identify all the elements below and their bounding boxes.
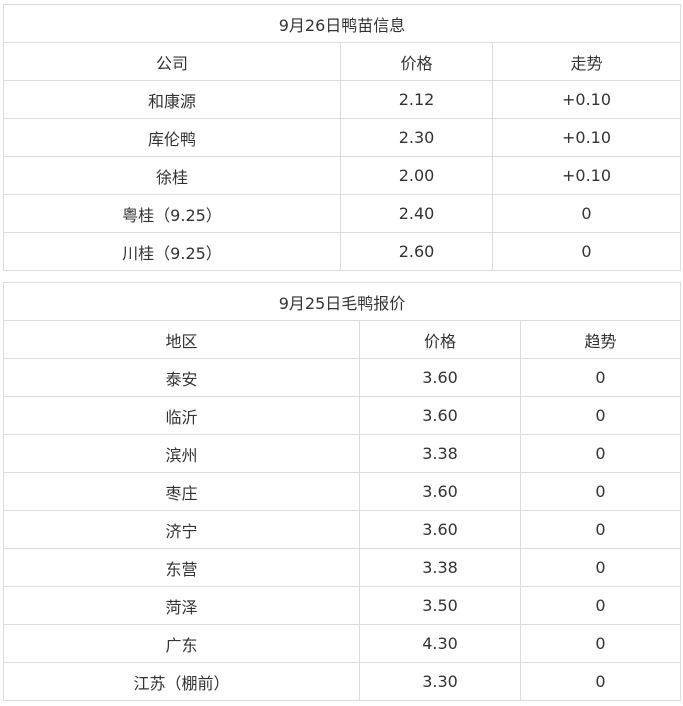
duck-table-body: 9月25日毛鸭报价 地区 价格 趋势 泰安 3.60 0 临沂 3.60 0 滨州 3.38 0 枣庄 3.… (3, 282, 681, 701)
table-cell: 徐桂 (3, 156, 341, 195)
table-cell: 3.30 (359, 662, 521, 701)
table-row: 川桂（9.25） 2.60 0 (3, 232, 681, 271)
table-cell: 0 (492, 194, 681, 233)
table-cell: 3.38 (359, 548, 521, 587)
table-cell: 0 (520, 624, 681, 663)
table-row: 粤桂（9.25） 2.40 0 (3, 194, 681, 233)
table-cell: 2.30 (340, 118, 493, 157)
table-cell: 和康源 (3, 80, 341, 119)
table-title-row: 9月26日鸭苗信息 (3, 4, 681, 43)
table-cell: 临沂 (3, 396, 360, 435)
table-row: 库伦鸭 2.30 +0.10 (3, 118, 681, 157)
table-row: 临沂 3.60 0 (3, 396, 681, 435)
table-cell: 川桂（9.25） (3, 232, 341, 271)
table-cell: +0.10 (492, 118, 681, 157)
column-header: 价格 (340, 42, 493, 81)
table-cell: 0 (520, 586, 681, 625)
table-cell: 4.30 (359, 624, 521, 663)
table-cell: 0 (520, 510, 681, 549)
table-cell: 粤桂（9.25） (3, 194, 341, 233)
column-header: 价格 (359, 320, 521, 359)
table-cell: 0 (520, 548, 681, 587)
table-row: 广东 4.30 0 (3, 624, 681, 663)
table-cell: 0 (520, 358, 681, 397)
table-cell: +0.10 (492, 80, 681, 119)
duckling-table-body: 9月26日鸭苗信息 公司 价格 走势 和康源 2.12 +0.10 库伦鸭 2.30 +0.10 徐… (3, 4, 681, 271)
table-cell: 3.50 (359, 586, 521, 625)
table-cell: 泰安 (3, 358, 360, 397)
table-cell: 0 (520, 396, 681, 435)
table-row: 枣庄 3.60 0 (3, 472, 681, 511)
table-cell: 库伦鸭 (3, 118, 341, 157)
table-title-row: 9月25日毛鸭报价 (3, 282, 681, 321)
duckling-price-table: 9月26日鸭苗信息 公司 价格 走势 和康源 2.12 +0.10 库伦鸭 2.30 +0.10 徐… (3, 4, 681, 271)
table-cell: 3.60 (359, 358, 521, 397)
table-cell: +0.10 (492, 156, 681, 195)
table-cell: 0 (520, 662, 681, 701)
table-header-row: 公司 价格 走势 (3, 42, 681, 81)
table-title: 9月26日鸭苗信息 (3, 4, 681, 43)
table-row: 东营 3.38 0 (3, 548, 681, 587)
column-header: 公司 (3, 42, 341, 81)
table-cell: 2.60 (340, 232, 493, 271)
column-header: 走势 (492, 42, 681, 81)
table-row: 泰安 3.60 0 (3, 358, 681, 397)
table-cell: 3.38 (359, 434, 521, 473)
table-cell: 2.40 (340, 194, 493, 233)
table-cell: 滨州 (3, 434, 360, 473)
table-row: 和康源 2.12 +0.10 (3, 80, 681, 119)
table-row: 菏泽 3.50 0 (3, 586, 681, 625)
table-cell: 广东 (3, 624, 360, 663)
table-cell: 0 (492, 232, 681, 271)
duck-quote-table: 9月25日毛鸭报价 地区 价格 趋势 泰安 3.60 0 临沂 3.60 0 滨州 3.38 0 枣庄 3.… (3, 282, 681, 701)
table-cell: 3.60 (359, 472, 521, 511)
table-cell: 3.60 (359, 396, 521, 435)
table-cell: 0 (520, 472, 681, 511)
table-cell: 2.12 (340, 80, 493, 119)
table-cell: 2.00 (340, 156, 493, 195)
table-row: 滨州 3.38 0 (3, 434, 681, 473)
column-header: 地区 (3, 320, 360, 359)
table-title: 9月25日毛鸭报价 (3, 282, 681, 321)
table-cell: 枣庄 (3, 472, 360, 511)
table-cell: 菏泽 (3, 586, 360, 625)
table-cell: 东营 (3, 548, 360, 587)
table-row: 济宁 3.60 0 (3, 510, 681, 549)
column-header: 趋势 (520, 320, 681, 359)
table-row: 徐桂 2.00 +0.10 (3, 156, 681, 195)
table-cell: 江苏（棚前） (3, 662, 360, 701)
table-cell: 0 (520, 434, 681, 473)
table-row: 江苏（棚前） 3.30 0 (3, 662, 681, 701)
table-cell: 济宁 (3, 510, 360, 549)
table-header-row: 地区 价格 趋势 (3, 320, 681, 359)
table-cell: 3.60 (359, 510, 521, 549)
